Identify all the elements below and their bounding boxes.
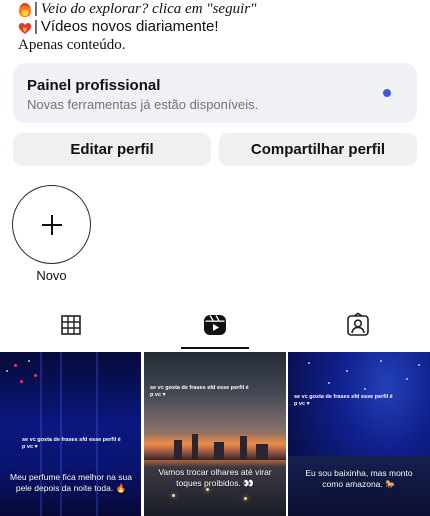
reel-overlay-text: se vc gosta de frases sfd esse perfil é …	[22, 437, 121, 450]
bio-line-1: | Veio do explorar? clica em "seguir"	[18, 0, 418, 18]
fire-heart-icon	[18, 20, 32, 35]
reel-overlay-text: se vc gosta de frases sfd esse perfil é …	[150, 385, 249, 398]
bio-text-2: Vídeos novos diariamente!	[40, 18, 219, 35]
notification-dot	[383, 89, 391, 97]
reels-icon	[204, 315, 226, 335]
new-highlight-label: Novo	[36, 268, 67, 283]
bio-text-3: Apenas conteúdo.	[18, 37, 126, 53]
new-highlight-button[interactable]	[12, 185, 91, 264]
tagged-person-icon	[347, 312, 369, 336]
dashboard-subtitle: Novas ferramentas já estão disponíveis.	[27, 97, 259, 112]
bio-text-1: Veio do explorar? clica em "seguir"	[40, 1, 257, 17]
reel-thumbnail-3[interactable]: se vc gosta de frases sfd esse perfil é …	[288, 352, 430, 516]
reel-caption: Meu perfume fica melhor na sua pele depo…	[10, 472, 132, 493]
dashboard-title: Painel profissional	[27, 77, 161, 94]
reel-caption: Vamos trocar olhares até virar toques pr…	[158, 467, 272, 488]
tab-posts-grid[interactable]	[58, 312, 84, 338]
reel-thumbnail-1[interactable]: se vc gosta de frases sfd esse perfil é …	[0, 352, 141, 516]
profile-bio: | Veio do explorar? clica em "seguir" | …	[18, 0, 418, 54]
bio-separator: |	[34, 18, 38, 35]
professional-dashboard-card[interactable]: Painel profissional Novas ferramentas já…	[13, 63, 417, 123]
share-profile-button[interactable]: Compartilhar perfil	[219, 133, 417, 166]
reel-caption: Eu sou baixinha, mas monto como amazona.…	[305, 468, 413, 489]
tab-reels[interactable]	[202, 312, 228, 338]
grid-icon	[61, 315, 81, 335]
bio-separator: |	[34, 0, 38, 17]
edit-profile-button[interactable]: Editar perfil	[13, 133, 211, 166]
reel-overlay-text: se vc gosta de frases sfd esse perfil é …	[294, 394, 393, 407]
fire-icon	[18, 2, 32, 17]
bio-line-3: Apenas conteúdo.	[18, 36, 418, 54]
reel-thumbnail-2[interactable]: se vc gosta de frases sfd esse perfil é …	[144, 352, 286, 516]
active-tab-indicator	[181, 347, 249, 349]
bio-line-2: | Vídeos novos diariamente!	[18, 18, 418, 36]
tab-tagged[interactable]	[345, 312, 371, 338]
